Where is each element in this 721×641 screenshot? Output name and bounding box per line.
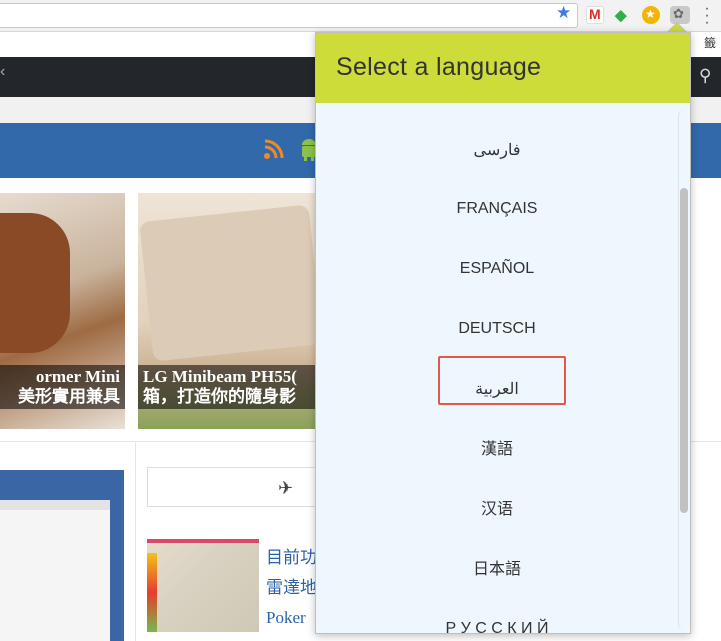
selection-highlight [438, 356, 566, 405]
browser-toolbar: ★ M ◆ ★ ✿ · · · [0, 0, 721, 32]
screenshot-thumbnail[interactable] [0, 470, 124, 641]
browser-menu-icon[interactable]: · · · [702, 1, 712, 31]
cut-off-text: 籤 [704, 36, 717, 50]
article-link-list[interactable]: 目前功 雷達地 Poker [266, 543, 317, 633]
article-thumbnail[interactable] [147, 539, 259, 632]
language-option-french[interactable]: FRANÇAIS [316, 199, 678, 219]
language-option-russian[interactable]: Р У С С К И Й [316, 619, 678, 633]
search-icon[interactable]: ⚲ [699, 66, 711, 86]
share-button[interactable]: ✈ [147, 467, 317, 507]
card-caption: ormer Mini 美形實用兼具 [0, 365, 125, 409]
chevron-left-icon[interactable]: ‹ [0, 63, 5, 81]
card-caption: LG Minibeam PH55( 箱，打造你的隨身影 [138, 365, 318, 409]
language-option-german[interactable]: DEUTSCH [316, 319, 678, 339]
article-link[interactable]: 雷達地 [266, 573, 317, 603]
feedly-icon[interactable]: ◆ [614, 6, 632, 24]
popup-title: Select a language [336, 53, 542, 81]
paper-plane-icon: ✈ [278, 478, 294, 498]
rss-icon[interactable] [263, 138, 285, 160]
scrollbar-thumb[interactable] [680, 188, 688, 513]
bookmark-star-icon[interactable]: ★ [556, 4, 571, 21]
language-option-japanese[interactable]: 日本語 [316, 560, 678, 580]
popup-header: Select a language [316, 33, 690, 103]
language-option-spanish[interactable]: ESPAÑOL [316, 259, 678, 279]
language-option-persian[interactable]: فارسی [316, 141, 678, 161]
article-link[interactable]: 目前功 [266, 543, 317, 573]
gmail-icon[interactable]: M [586, 6, 604, 24]
divider [135, 442, 136, 641]
article-card[interactable]: ormer Mini 美形實用兼具 [0, 193, 125, 429]
language-popup: Select a language فارسی FRANÇAIS ESPAÑOL… [315, 32, 691, 634]
article-card[interactable]: LG Minibeam PH55( 箱，打造你的隨身影 [138, 193, 318, 429]
address-bar[interactable] [0, 3, 578, 28]
language-option-traditional-chinese[interactable]: 漢語 [316, 440, 678, 460]
language-option-simplified-chinese[interactable]: 汉语 [316, 500, 678, 520]
article-link[interactable]: Poker [266, 603, 317, 633]
translate-icon[interactable]: ✿ [670, 6, 690, 24]
bookmark-star-icon[interactable]: ★ [642, 6, 660, 24]
